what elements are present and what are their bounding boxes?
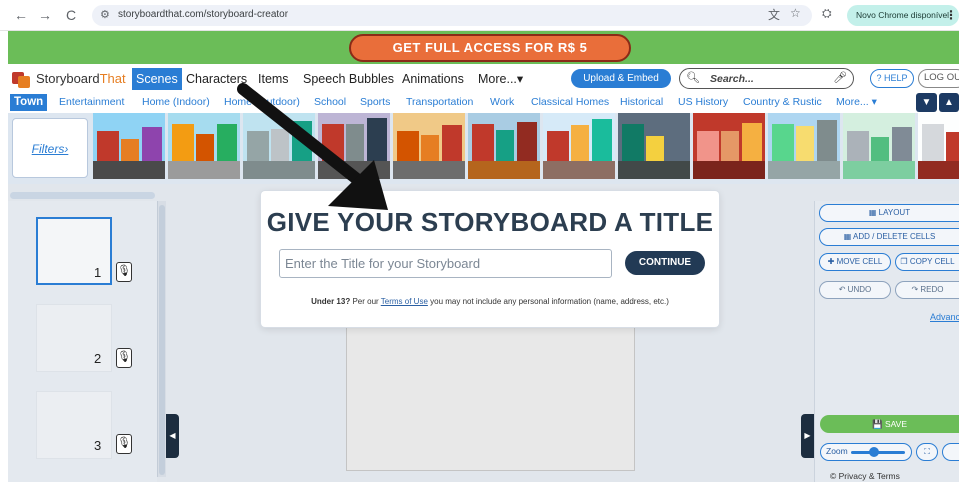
zoom-fit-icon[interactable]: ⛶ — [916, 443, 938, 461]
logout-button[interactable]: LOG OUT — [918, 69, 959, 88]
scene-thumbnail[interactable] — [318, 113, 391, 179]
microphone-icon[interactable]: 🎙 — [116, 434, 132, 454]
collapse-right-icon[interactable]: ▶ — [801, 414, 814, 458]
scene-thumbnail[interactable] — [693, 113, 766, 179]
tab-animations[interactable]: Animations — [398, 68, 468, 90]
category-historical[interactable]: Historical — [620, 94, 663, 111]
save-button[interactable]: 💾 SAVE — [820, 415, 959, 433]
translate-icon[interactable]: 文 — [768, 6, 780, 23]
tab-speech-bubbles[interactable]: Speech Bubbles — [299, 68, 398, 90]
update-label: Novo Chrome disponível — [856, 10, 950, 20]
tab-more[interactable]: More...▾ — [474, 68, 527, 90]
category-us-history[interactable]: US History — [678, 94, 728, 111]
privacy-terms-link[interactable]: © Privacy & Terms — [830, 471, 900, 481]
continue-button[interactable]: CONTINUE — [625, 251, 705, 275]
scene-thumbnail[interactable] — [843, 113, 916, 179]
category-home-indoor[interactable]: Home (Indoor) — [142, 94, 210, 111]
chrome-update-button[interactable]: Novo Chrome disponível ⋮ — [847, 5, 959, 26]
copy-cell-button[interactable]: ❐ COPY CELL — [895, 253, 959, 271]
back-arrow-icon[interactable]: ← — [12, 5, 30, 25]
workspace-divider — [10, 192, 155, 199]
site-settings-icon[interactable]: ⚙ — [100, 8, 110, 21]
dialog-note: Under 13? Per our Terms of Use you may n… — [311, 297, 669, 306]
scene-thumbnail[interactable] — [918, 113, 959, 179]
microphone-icon[interactable]: 🎙 — [116, 262, 132, 282]
microphone-icon[interactable]: 🎤︎ — [833, 71, 847, 84]
scene-thumbnail[interactable] — [393, 113, 466, 179]
tab-scenes[interactable]: Scenes — [132, 68, 182, 90]
terms-of-use-link[interactable]: Terms of Use — [381, 297, 428, 306]
scene-thumbnail[interactable] — [618, 113, 691, 179]
cell-number: 2 — [94, 351, 102, 366]
storyboard-canvas[interactable] — [346, 327, 635, 471]
add-delete-cells-button[interactable]: ▦ ADD / DELETE CELLS — [819, 228, 959, 246]
url-text[interactable]: storyboardthat.com/storyboard-creator — [118, 9, 288, 20]
zoom-extra-button[interactable] — [942, 443, 959, 461]
scene-thumbnail[interactable] — [243, 113, 316, 179]
scene-thumbnail[interactable] — [93, 113, 166, 179]
scene-thumbnail[interactable] — [468, 113, 541, 179]
title-dialog: GIVE YOUR STORYBOARD A TITLE CONTINUE Un… — [261, 191, 719, 327]
category-more[interactable]: More... ▾ — [836, 94, 877, 111]
collapse-down-icon[interactable]: ▼ — [916, 93, 937, 112]
reload-icon[interactable]: C — [62, 5, 80, 25]
storyboard-title-input[interactable] — [279, 249, 612, 278]
category-classical-homes[interactable]: Classical Homes — [531, 94, 609, 111]
zoom-slider[interactable]: Zoom — [820, 443, 912, 461]
category-entertainment[interactable]: Entertainment — [59, 94, 124, 111]
cell-panel: 1 🎙 2 🎙 3 🎙 — [8, 201, 157, 482]
search-placeholder[interactable]: Search... — [710, 73, 754, 85]
category-town[interactable]: Town — [10, 94, 48, 111]
search-icon: 🔍︎ — [686, 72, 700, 84]
microphone-icon[interactable]: 🎙 — [116, 348, 132, 368]
category-work[interactable]: Work — [490, 94, 514, 111]
extensions-icon[interactable]: ⛭ — [822, 6, 832, 21]
promo-bar: GET FULL ACCESS FOR R$ 5 — [8, 31, 959, 64]
cell-number: 1 — [94, 265, 102, 280]
scene-thumbnail[interactable] — [768, 113, 841, 179]
forward-arrow-icon[interactable]: → — [36, 5, 54, 25]
cell-number: 3 — [94, 438, 102, 453]
category-sports[interactable]: Sports — [360, 94, 390, 111]
collapse-left-icon[interactable]: ◀ — [166, 414, 179, 458]
help-button[interactable]: ? HELP — [870, 69, 914, 88]
dialog-title: GIVE YOUR STORYBOARD A TITLE — [266, 207, 714, 237]
undo-button[interactable]: ↶ UNDO — [819, 281, 891, 299]
scene-category-nav: Town Entertainment Home (Indoor) Home (O… — [8, 92, 959, 113]
menu-dots-icon[interactable]: ⋮ — [945, 5, 957, 26]
redo-button[interactable]: ↷ REDO — [895, 281, 959, 299]
scene-thumbnail[interactable] — [168, 113, 241, 179]
cell-panel-scrollbar[interactable] — [157, 201, 166, 477]
filters-button[interactable]: Filters› — [12, 118, 88, 178]
category-school[interactable]: School — [314, 94, 346, 111]
bookmark-star-icon[interactable]: ☆ — [790, 6, 801, 20]
zoom-label: Zoom — [826, 446, 848, 456]
zoom-knob[interactable] — [868, 447, 879, 457]
upload-embed-button[interactable]: Upload & Embed — [571, 69, 671, 88]
full-access-button[interactable]: GET FULL ACCESS FOR R$ 5 — [349, 34, 631, 62]
category-transportation[interactable]: Transportation — [406, 94, 473, 111]
search-box[interactable]: 🔍︎ Search... 🎤︎ — [679, 68, 854, 89]
category-home-outdoor[interactable]: Home (Outdoor) — [224, 94, 300, 111]
advanced-link[interactable]: Advanced — [930, 312, 959, 322]
scene-thumbnail[interactable] — [543, 113, 616, 179]
browser-toolbar: ← → C ⚙ storyboardthat.com/storyboard-cr… — [0, 0, 959, 31]
main-nav: StoryboardThat Scenes Characters Items S… — [8, 64, 959, 92]
move-cell-button[interactable]: ✚ MOVE CELL — [819, 253, 891, 271]
expand-up-icon[interactable]: ▲ — [939, 93, 959, 112]
scene-thumbnail-strip: Filters› — [8, 113, 959, 184]
tab-characters[interactable]: Characters — [182, 68, 251, 90]
address-bar[interactable]: ⚙ storyboardthat.com/storyboard-creator — [92, 5, 812, 26]
tab-items[interactable]: Items — [254, 68, 293, 90]
category-country-rustic[interactable]: Country & Rustic — [743, 94, 822, 111]
layout-button[interactable]: ▦ LAYOUT — [819, 204, 959, 222]
